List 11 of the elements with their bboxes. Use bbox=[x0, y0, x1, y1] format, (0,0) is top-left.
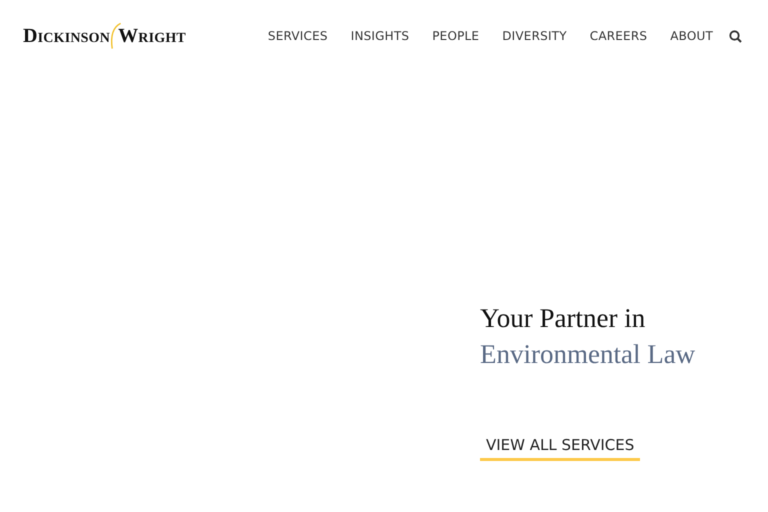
logo[interactable]: DICKINSON WRIGHT bbox=[23, 17, 186, 55]
hero-subheading: Environmental Law bbox=[480, 338, 696, 371]
search-icon[interactable] bbox=[729, 30, 742, 42]
nav-link[interactable]: INSIGHTS bbox=[350, 29, 410, 43]
nav-link[interactable]: CAREERS bbox=[590, 29, 648, 43]
view-all-services-link[interactable]: VIEW ALL SERVICES bbox=[480, 432, 640, 461]
nav-link[interactable]: DIVERSITY bbox=[502, 29, 567, 43]
nav-link[interactable]: PEOPLE bbox=[432, 29, 480, 43]
hero-heading: Your Partner in bbox=[480, 302, 646, 335]
nav-link[interactable]: ABOUT bbox=[670, 29, 713, 43]
nav-link[interactable]: SERVICES bbox=[268, 29, 328, 43]
